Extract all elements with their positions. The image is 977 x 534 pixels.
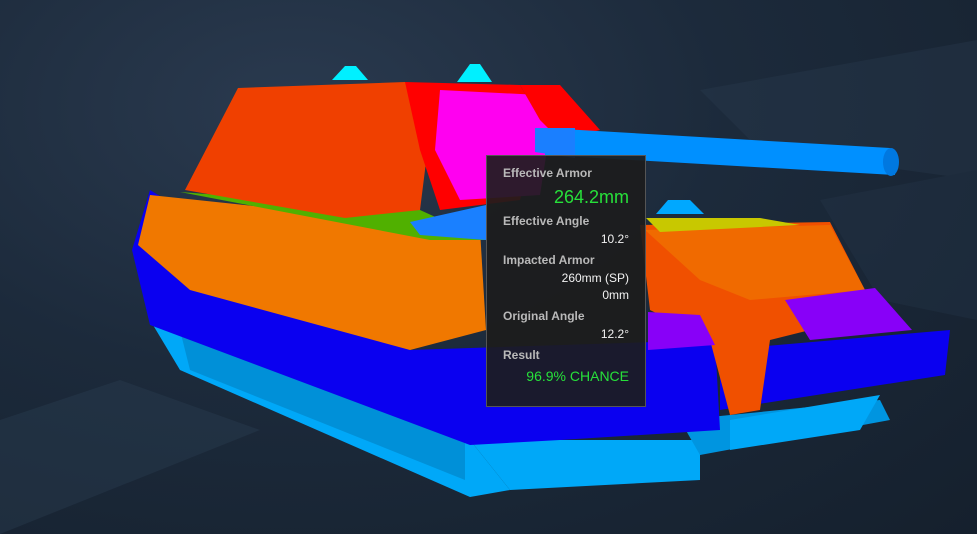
result-label: Result: [503, 348, 540, 362]
impacted-armor-label: Impacted Armor: [503, 253, 595, 267]
armor-tooltip: Effective Armor 264.2mm Effective Angle …: [486, 155, 646, 407]
effective-angle-label: Effective Angle: [503, 214, 590, 228]
impacted-armor-value: 260mm (SP): [561, 271, 629, 285]
original-angle-label: Original Angle: [503, 309, 585, 323]
result-value: 96.9% CHANCE: [526, 368, 629, 384]
impacted-armor-extra: 0mm: [602, 288, 629, 302]
effective-armor-value: 264.2mm: [553, 187, 629, 207]
effective-angle-value: 10.2°: [600, 232, 629, 246]
original-angle-value: 12.2°: [600, 327, 629, 341]
effective-armor-label: Effective Armor: [503, 166, 592, 180]
